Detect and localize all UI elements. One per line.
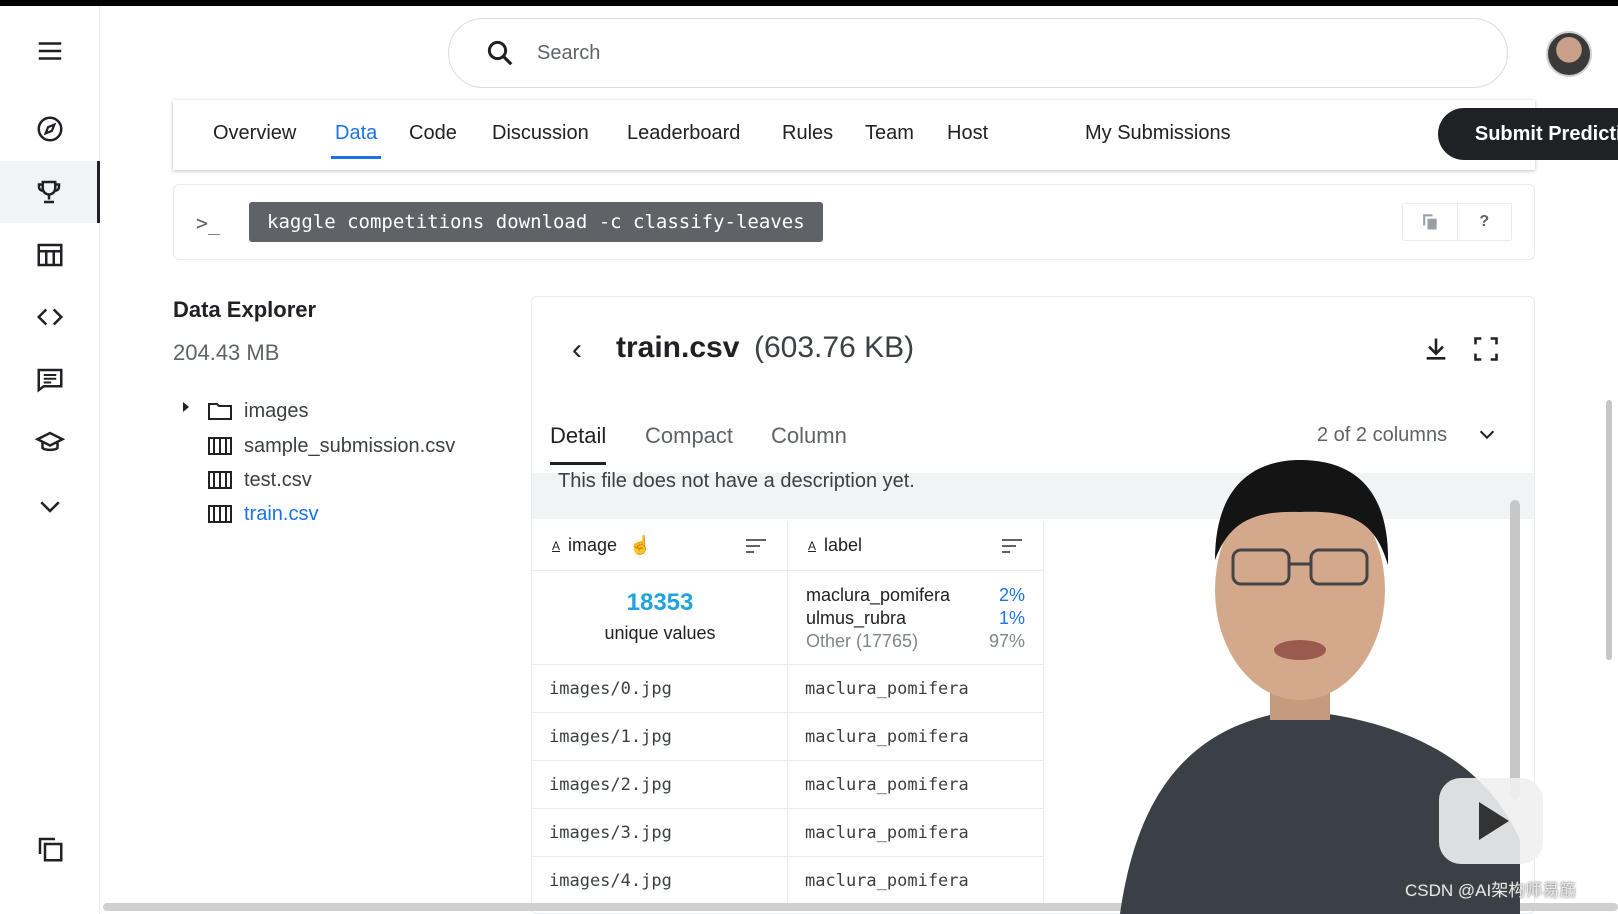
tab-detail[interactable]: Detail bbox=[550, 423, 607, 465]
expand-caret-icon[interactable] bbox=[183, 402, 189, 412]
tree-item-images[interactable]: images bbox=[208, 396, 308, 426]
page-scrollbar[interactable] bbox=[1606, 400, 1612, 660]
stat-value: ulmus_rubra bbox=[806, 608, 907, 628]
table-cell: maclura_pomifera bbox=[788, 761, 1044, 809]
file-description: This file does not have a description ye… bbox=[558, 470, 915, 492]
column-name: image bbox=[568, 535, 618, 555]
table-cell: images/3.jpg bbox=[532, 809, 788, 857]
api-command-bar: >_ kaggle competitions download -c class… bbox=[173, 184, 1535, 260]
table-cell: images/2.jpg bbox=[532, 761, 788, 809]
table-cell: images/4.jpg bbox=[532, 857, 788, 905]
sort-icon[interactable] bbox=[745, 537, 767, 555]
search-bar[interactable]: Search bbox=[448, 18, 1508, 88]
top-edge-bar bbox=[0, 0, 1618, 6]
column-header-label[interactable]: A label bbox=[788, 521, 1044, 571]
string-type-icon: A bbox=[808, 538, 817, 553]
tree-item-sample-submission[interactable]: sample_submission.csv bbox=[208, 431, 455, 461]
school-icon[interactable] bbox=[0, 412, 100, 474]
video-play-icon[interactable] bbox=[1439, 778, 1543, 864]
unique-label: unique values bbox=[604, 623, 716, 643]
table-cell: images/1.jpg bbox=[532, 713, 788, 761]
menu-icon[interactable] bbox=[0, 20, 100, 82]
trophy-icon[interactable] bbox=[0, 161, 100, 223]
table-cell: maclura_pomifera bbox=[788, 857, 1044, 905]
competition-tab-bar: Overview Data Code Discussion Leaderboar… bbox=[173, 100, 1618, 170]
table-cell: maclura_pomifera bbox=[788, 809, 1044, 857]
string-type-icon: A bbox=[552, 538, 561, 553]
tree-item-label: sample_submission.csv bbox=[244, 434, 456, 457]
tab-host[interactable]: Host bbox=[947, 122, 988, 145]
left-navigation-rail bbox=[0, 6, 100, 914]
stat-pct: 2% bbox=[998, 585, 1025, 605]
tree-item-label: train.csv bbox=[244, 502, 319, 525]
table-cell: maclura_pomifera bbox=[788, 713, 1044, 761]
tab-my-submissions[interactable]: My Submissions bbox=[1085, 122, 1231, 145]
tab-code[interactable]: Code bbox=[409, 122, 457, 145]
data-explorer-size: 204.43 MB bbox=[173, 340, 280, 365]
label-column-stats: maclura_pomifera 2% ulmus_rubra 1% Other… bbox=[788, 571, 1044, 665]
cursor-hand-icon: ☝ bbox=[629, 535, 652, 555]
file-name: train.csv bbox=[616, 331, 740, 364]
tab-leaderboard[interactable]: Leaderboard bbox=[627, 122, 740, 145]
back-chevron-icon[interactable]: ‹ bbox=[572, 333, 582, 367]
tab-column[interactable]: Column bbox=[771, 423, 847, 449]
search-icon bbox=[487, 40, 513, 66]
download-icon[interactable] bbox=[1422, 335, 1450, 363]
avatar[interactable] bbox=[1546, 31, 1592, 77]
image-column-stats: 18353 unique values bbox=[532, 571, 788, 665]
folder-icon bbox=[208, 402, 232, 420]
table-cell: images/0.jpg bbox=[532, 665, 788, 713]
table-icon bbox=[208, 437, 232, 455]
data-explorer-title: Data Explorer bbox=[173, 297, 317, 322]
column-name: label bbox=[824, 535, 863, 555]
stat-value: maclura_pomifera bbox=[806, 585, 951, 605]
discussion-icon[interactable] bbox=[0, 349, 100, 411]
stat-pct: 97% bbox=[988, 631, 1025, 651]
file-size: (603.76 KB) bbox=[754, 331, 915, 364]
sort-icon[interactable] bbox=[1001, 537, 1023, 555]
tab-rules[interactable]: Rules bbox=[782, 122, 833, 145]
copy-pages-icon[interactable] bbox=[0, 818, 100, 880]
submit-predictions-button[interactable]: Submit Predictions bbox=[1438, 108, 1618, 160]
stat-value: Other (17765) bbox=[806, 631, 919, 651]
tab-overview[interactable]: Overview bbox=[213, 122, 296, 145]
table-icon bbox=[208, 505, 232, 523]
watermark: CSDN @AI架构师易筋 bbox=[1405, 881, 1577, 900]
table-icon[interactable] bbox=[0, 224, 100, 286]
tree-item-test[interactable]: test.csv bbox=[208, 465, 312, 495]
table-icon bbox=[208, 471, 232, 489]
file-actions bbox=[1422, 335, 1500, 363]
compass-icon[interactable] bbox=[0, 98, 100, 160]
api-command-actions: ? bbox=[1402, 203, 1512, 241]
unique-count: 18353 bbox=[626, 589, 694, 616]
help-button[interactable]: ? bbox=[1456, 204, 1512, 240]
tree-item-label: test.csv bbox=[244, 468, 312, 491]
tab-compact[interactable]: Compact bbox=[645, 423, 733, 449]
api-command[interactable]: kaggle competitions download -c classify… bbox=[249, 202, 823, 242]
search-input[interactable]: Search bbox=[537, 42, 600, 65]
column-header-image[interactable]: A image ☝ bbox=[532, 521, 788, 571]
chevron-down-icon[interactable] bbox=[0, 475, 100, 537]
tab-discussion[interactable]: Discussion bbox=[492, 122, 589, 145]
tab-data[interactable]: Data bbox=[330, 122, 382, 159]
tree-item-label: images bbox=[244, 399, 309, 422]
fullscreen-icon[interactable] bbox=[1472, 335, 1500, 363]
stat-pct: 1% bbox=[998, 608, 1025, 628]
terminal-icon: >_ bbox=[196, 211, 221, 235]
tree-item-train[interactable]: train.csv bbox=[208, 499, 318, 529]
table-cell: maclura_pomifera bbox=[788, 665, 1044, 713]
copy-icon[interactable] bbox=[1403, 204, 1457, 240]
tab-team[interactable]: Team bbox=[865, 122, 914, 145]
code-icon[interactable] bbox=[0, 286, 100, 348]
